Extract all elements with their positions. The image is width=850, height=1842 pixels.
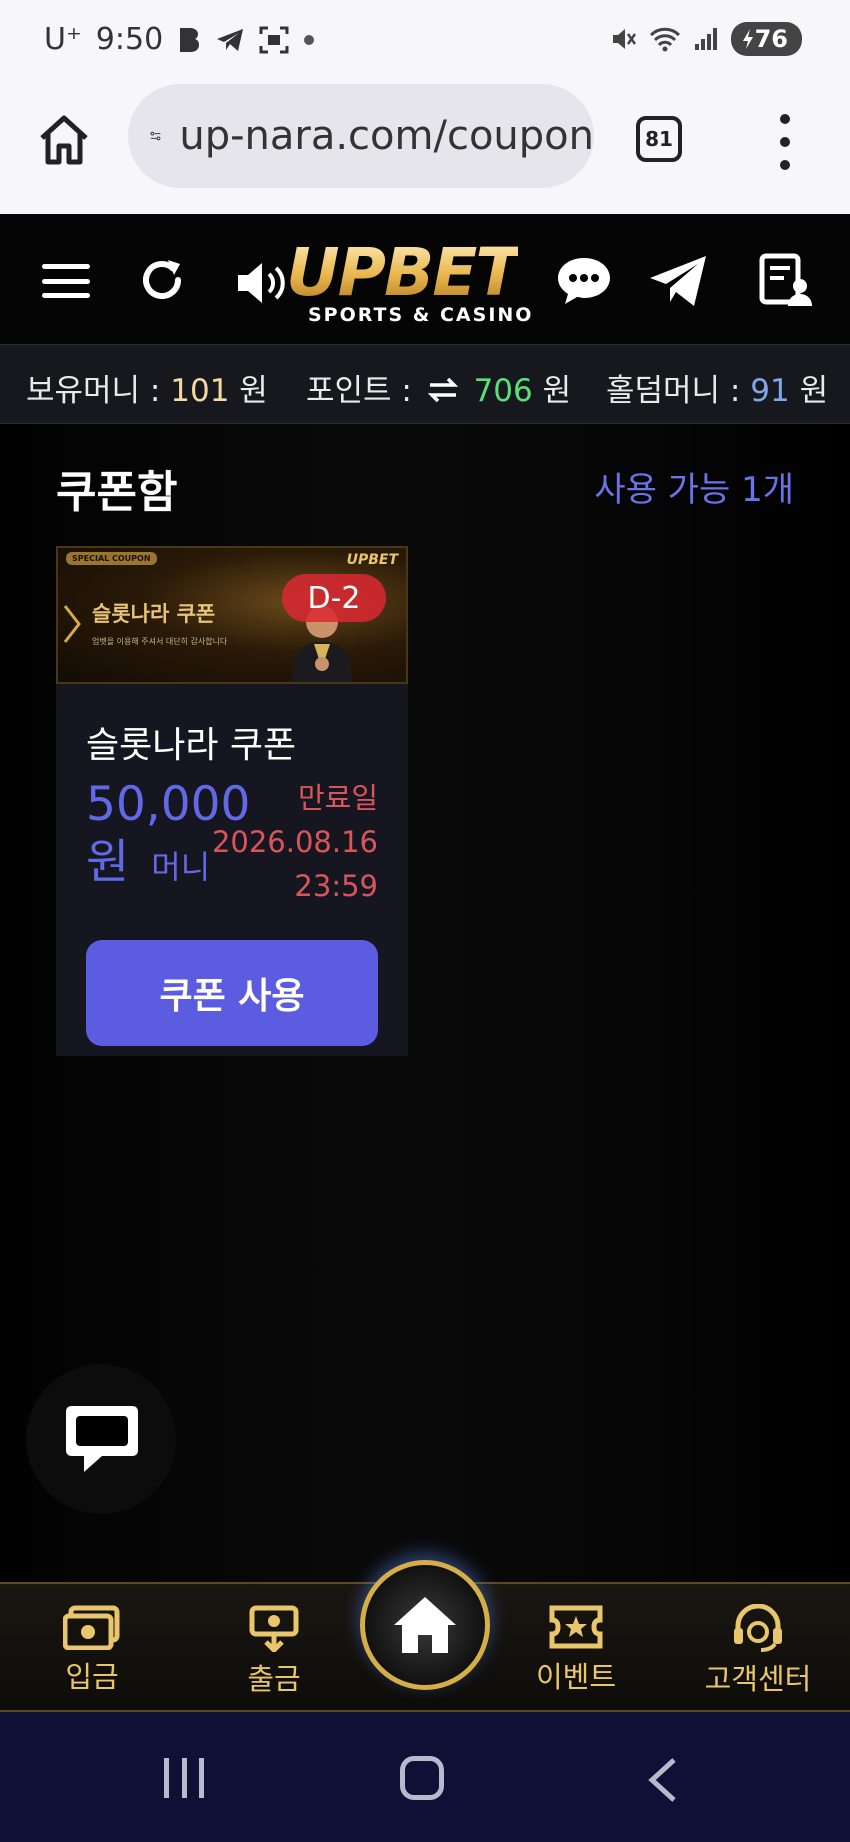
chat-icon[interactable] (554, 254, 614, 308)
banner-tag: SPECIAL COUPON (66, 552, 157, 565)
home-icon (394, 1597, 456, 1653)
back-icon[interactable] (644, 1756, 684, 1804)
logo-subtitle: SPORTS & CASINO (308, 304, 534, 326)
d-day-text: D-2 (307, 580, 361, 616)
available-count: 사용 가능 1개 (594, 470, 794, 510)
browser-toolbar: up-nara.com/coupon 81 (0, 80, 850, 214)
coupon-banner: SPECIAL COUPON 슬롯나라 쿠폰 업벳을 이용해 주셔서 대단히 감… (56, 546, 408, 684)
point-value: 706 (473, 373, 533, 409)
sound-icon[interactable] (236, 260, 290, 306)
clock: 9:50 (95, 22, 164, 57)
address-bar[interactable]: up-nara.com/coupon (128, 84, 594, 188)
live-chat-icon (66, 1406, 138, 1472)
expiry-time: 23:59 (294, 869, 378, 903)
event-ticket-icon (549, 1605, 603, 1649)
holdem-label: 홀덤머니 : (606, 373, 741, 409)
browser-home-icon[interactable] (36, 112, 92, 168)
nav-support-label: 고객센터 (704, 1662, 812, 1696)
chevron-right-icon (63, 605, 81, 643)
expiry-date: 2026.08.16 (211, 825, 378, 859)
page-title: 쿠폰함 (56, 467, 178, 518)
use-coupon-label: 쿠폰 사용 (159, 976, 305, 1017)
system-nav-bar (0, 1712, 850, 1842)
expiry-info: 만료일 2026.08.16 23:59 (212, 776, 378, 908)
logo-wordmark: UPBET (286, 234, 520, 311)
coupon-name: 슬롯나라 쿠폰 (86, 725, 297, 766)
point-convert-icon[interactable] (426, 377, 460, 403)
site-header: UPBET SPORTS & CASINO (0, 214, 850, 344)
holdem-value: 91 (750, 373, 790, 409)
nav-deposit[interactable]: 입금 (22, 1604, 162, 1696)
headset-icon (734, 1604, 782, 1652)
d-day-badge: D-2 (282, 574, 386, 622)
system-home-icon[interactable] (400, 1756, 444, 1800)
battery-level: 76 (754, 25, 788, 53)
mute-icon (611, 26, 637, 52)
nav-home-button[interactable] (360, 1560, 490, 1690)
nav-withdraw[interactable]: 출금 (204, 1604, 344, 1698)
holdem-balance: 홀덤머니 : 91 원 (606, 365, 828, 410)
tab-count: 81 (645, 127, 673, 151)
wifi-icon (649, 26, 681, 52)
screenshot-icon (259, 26, 289, 54)
withdraw-icon (249, 1605, 299, 1652)
site-settings-icon[interactable] (150, 116, 161, 156)
browser-menu-icon[interactable] (770, 114, 800, 170)
nav-withdraw-label: 출금 (247, 1662, 301, 1696)
banner-subtitle: 업벳을 이용해 주셔서 대단히 감사합니다 (92, 637, 228, 646)
menu-icon[interactable] (42, 264, 90, 298)
banner-title: 슬롯나라 쿠폰 (92, 602, 216, 626)
signal-icon (693, 26, 719, 52)
use-coupon-button[interactable]: 쿠폰 사용 (86, 940, 378, 1046)
telegram-notification-icon (215, 27, 245, 53)
url-text: up-nara.com/coupon (179, 113, 594, 159)
banner-logo: UPBET (346, 552, 398, 568)
expiry-label: 만료일 (297, 781, 378, 815)
nav-event[interactable]: 이벤트 (506, 1604, 646, 1696)
live-chat-button[interactable] (26, 1364, 176, 1514)
amount-type: 머니 (151, 848, 211, 886)
nav-deposit-label: 입금 (65, 1660, 119, 1694)
status-bar: U⁺ 9:50 76 (0, 0, 850, 80)
holdem-unit: 원 (799, 373, 829, 409)
battery-indicator: 76 (730, 22, 802, 56)
money-label: 보유머니 : (26, 373, 161, 409)
point-balance[interactable]: 포인트 : 706 원 (306, 365, 571, 410)
dot-icon (303, 34, 315, 46)
recent-apps-icon[interactable] (164, 1758, 204, 1798)
b-app-icon (177, 26, 201, 54)
amount-unit: 원 (86, 835, 130, 890)
nav-support[interactable]: 고객센터 (688, 1604, 828, 1698)
refresh-icon[interactable] (138, 256, 186, 304)
nav-event-label: 이벤트 (535, 1660, 617, 1694)
tab-switcher-button[interactable]: 81 (636, 116, 682, 162)
coupon-card: SPECIAL COUPON 슬롯나라 쿠폰 업벳을 이용해 주셔서 대단히 감… (56, 546, 408, 1056)
deposit-icon (63, 1605, 120, 1650)
point-unit: 원 (542, 373, 572, 409)
money-value: 101 (170, 373, 230, 409)
my-page-icon[interactable] (758, 252, 814, 308)
money-balance: 보유머니 : 101 원 (26, 365, 268, 410)
balance-bar: 보유머니 : 101 원 포인트 : 706 원 홀덤머니 : 91 원 (0, 344, 850, 424)
money-unit: 원 (239, 373, 268, 409)
carrier-label: U⁺ (44, 22, 82, 57)
coupon-page: 쿠폰함 사용 가능 1개 SPECIAL COUPON 슬롯나라 쿠폰 업벳을 … (0, 424, 850, 1582)
point-label: 포인트 : (306, 373, 412, 409)
telegram-icon[interactable] (648, 254, 708, 308)
